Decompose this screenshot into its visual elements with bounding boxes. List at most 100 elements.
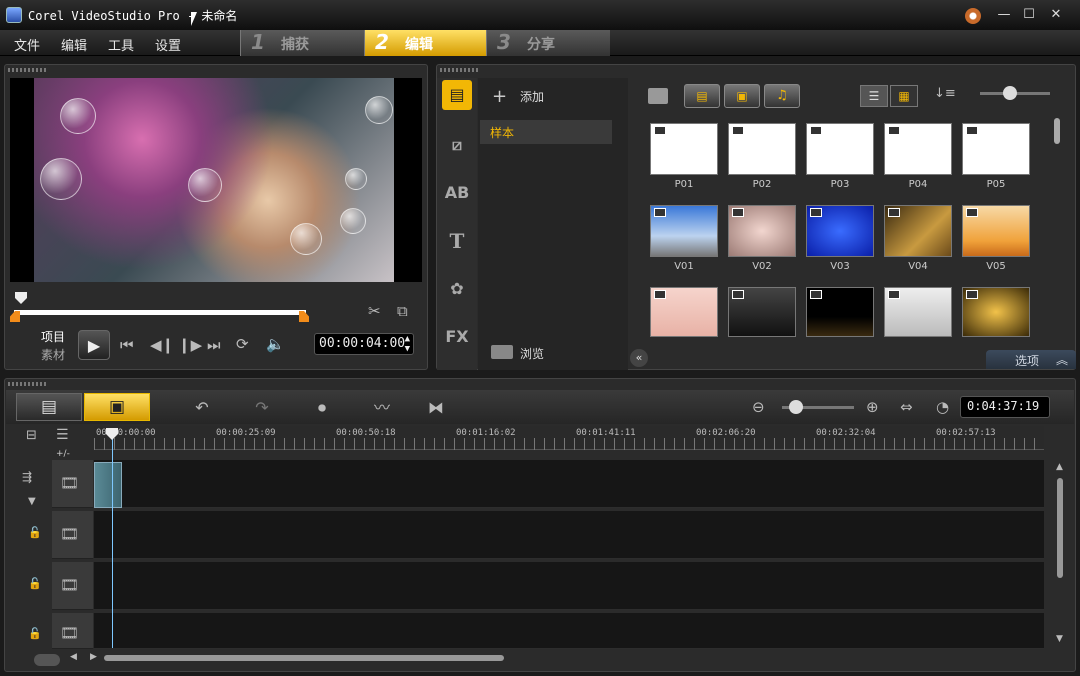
library-grip[interactable] bbox=[440, 68, 480, 72]
overlay-track-2[interactable] bbox=[94, 562, 1044, 610]
zoom-out-icon[interactable]: ⊖ bbox=[752, 398, 765, 416]
thumbnail-row3-1[interactable] bbox=[650, 287, 718, 337]
clock-icon[interactable]: ◔ bbox=[936, 398, 949, 416]
browse-label[interactable]: 浏览 bbox=[520, 345, 544, 362]
graphic-icon[interactable]: ✿ bbox=[442, 274, 472, 304]
scroll-left-icon[interactable]: ◀ bbox=[70, 652, 77, 662]
thumbnail-v03[interactable] bbox=[806, 205, 874, 257]
thumbnail-p01[interactable] bbox=[650, 123, 718, 175]
thumbnail-v05[interactable] bbox=[962, 205, 1030, 257]
zoom-slider-knob[interactable] bbox=[789, 400, 803, 414]
clip-type-icon bbox=[888, 290, 900, 299]
clip-type-icon bbox=[966, 126, 978, 135]
next-frame-icon[interactable]: ❙▶ bbox=[178, 336, 202, 354]
fx-filter-icon[interactable]: FX bbox=[442, 322, 472, 352]
lock-icon[interactable]: 🔓 bbox=[28, 577, 42, 590]
play-button[interactable]: ▶ bbox=[78, 330, 110, 360]
timeline-vscroll-up-icon[interactable]: ▲ bbox=[1056, 462, 1063, 472]
transition-icon[interactable]: ⧄ bbox=[442, 130, 472, 160]
filter-photo-icon[interactable]: ▣ bbox=[724, 84, 760, 108]
tab-capture[interactable]: 1 捕获 bbox=[240, 30, 364, 56]
thumbnail-v02[interactable] bbox=[728, 205, 796, 257]
thumb-size-knob[interactable] bbox=[1003, 86, 1017, 100]
scissors-icon[interactable]: ✂ bbox=[368, 302, 381, 320]
track-manager-icon[interactable]: ⊟ bbox=[26, 428, 37, 443]
thumbnail-v04[interactable] bbox=[884, 205, 952, 257]
timeline-grip[interactable] bbox=[8, 382, 48, 386]
panel-grip[interactable] bbox=[8, 68, 48, 72]
list-view-icon[interactable]: ☰ bbox=[860, 85, 888, 107]
timeline-hscroll-thumb[interactable] bbox=[104, 655, 504, 661]
media-library-icon[interactable]: ▤ bbox=[442, 80, 472, 110]
redo-icon[interactable]: ↷ bbox=[246, 396, 278, 420]
ripple-edit-icon[interactable]: ⇶ bbox=[22, 470, 32, 484]
repeat-icon[interactable]: ⟳ bbox=[236, 335, 249, 353]
folder-icon[interactable] bbox=[648, 88, 668, 104]
browse-icon[interactable] bbox=[491, 345, 513, 359]
menu-file[interactable]: 文件 bbox=[14, 35, 40, 54]
overlay-track-3[interactable] bbox=[94, 613, 1044, 649]
timeline-vscroll-thumb[interactable] bbox=[1057, 478, 1063, 578]
thumbnail-p04[interactable] bbox=[884, 123, 952, 175]
home-icon[interactable]: ⏮ bbox=[120, 336, 134, 354]
menu-settings[interactable]: 设置 bbox=[155, 35, 181, 54]
sound-mixer-icon[interactable]: 〰 bbox=[366, 396, 398, 420]
zoom-in-icon[interactable]: ⊕ bbox=[866, 398, 879, 416]
scrub-bar[interactable] bbox=[14, 310, 306, 315]
track-list-icon[interactable]: ☰ bbox=[56, 427, 69, 443]
add-plus-icon[interactable]: + bbox=[492, 86, 507, 107]
timecode-spin-icon[interactable]: ▲ ▼ bbox=[405, 334, 410, 354]
end-icon[interactable]: ⏭ bbox=[207, 336, 221, 354]
lock-icon[interactable]: 🔓 bbox=[28, 627, 42, 640]
minimize-icon[interactable]: — bbox=[991, 4, 1017, 26]
volume-icon[interactable]: 🔈 bbox=[266, 335, 285, 353]
settings-wheel-icon[interactable] bbox=[965, 8, 981, 24]
thumbnail-v01[interactable] bbox=[650, 205, 718, 257]
previous-frame-icon[interactable]: ◀❙ bbox=[150, 336, 174, 354]
fit-project-icon[interactable]: ⇔ bbox=[900, 398, 913, 416]
options-button[interactable]: 选项 ︽ bbox=[986, 350, 1076, 369]
lock-icon[interactable]: 🔓 bbox=[28, 526, 42, 539]
thumbnail-row3-5[interactable] bbox=[962, 287, 1030, 337]
tab-share[interactable]: 3 分享 bbox=[486, 30, 610, 56]
enlarge-icon[interactable]: ⧉ bbox=[397, 302, 408, 320]
timeline-playhead-line[interactable] bbox=[112, 430, 113, 648]
clip-type-icon bbox=[966, 290, 978, 299]
collapse-library-icon[interactable]: « bbox=[630, 349, 648, 367]
thumbnail-p05[interactable] bbox=[962, 123, 1030, 175]
close-icon[interactable]: ✕ bbox=[1043, 4, 1069, 26]
timeline-vscroll-down-icon[interactable]: ▼ bbox=[1056, 634, 1063, 644]
timecode-display[interactable]: 00:00:04:00 ▲ ▼ bbox=[314, 333, 414, 355]
thumbnail-p02[interactable] bbox=[728, 123, 796, 175]
overlay-track-1[interactable] bbox=[94, 511, 1044, 559]
tab-edit[interactable]: 2 编辑 bbox=[364, 30, 486, 56]
auto-music-icon[interactable]: ⧓ bbox=[420, 396, 452, 420]
scroll-right-icon[interactable]: ▶ bbox=[90, 652, 97, 662]
undo-icon[interactable]: ↶ bbox=[186, 396, 218, 420]
filter-audio-icon[interactable]: ♫ bbox=[764, 84, 800, 108]
menu-edit[interactable]: 编辑 bbox=[61, 35, 87, 54]
add-folder-label[interactable]: 添加 bbox=[520, 88, 544, 105]
storyboard-view-icon[interactable]: ▤ bbox=[16, 393, 82, 421]
timeline-view-icon[interactable]: ▣ bbox=[84, 393, 150, 421]
mode-project[interactable]: 项目 bbox=[41, 328, 65, 345]
filter-video-icon[interactable]: ▤ bbox=[684, 84, 720, 108]
text-t-icon[interactable]: T bbox=[442, 226, 472, 256]
title-ab-icon[interactable]: AB bbox=[442, 178, 472, 208]
thumbnail-row3-4[interactable] bbox=[884, 287, 952, 337]
thumbnail-view-icon[interactable]: ▦ bbox=[890, 85, 918, 107]
chevron-down-icon[interactable]: ▼ bbox=[28, 496, 36, 507]
record-capture-icon[interactable]: ⏺ bbox=[306, 396, 338, 420]
menu-tools[interactable]: 工具 bbox=[108, 35, 134, 54]
thumbnail-p03[interactable] bbox=[806, 123, 874, 175]
thumbnail-row3-2[interactable] bbox=[728, 287, 796, 337]
library-scrollbar-thumb[interactable] bbox=[1054, 118, 1060, 144]
maximize-icon[interactable]: ☐ bbox=[1016, 4, 1042, 26]
video-clip[interactable] bbox=[94, 462, 122, 508]
mode-clip[interactable]: 素材 bbox=[41, 346, 65, 363]
add-track-small-icon[interactable] bbox=[34, 654, 60, 666]
sort-icon[interactable]: ↓≡ bbox=[934, 86, 956, 101]
thumbnail-row3-3[interactable] bbox=[806, 287, 874, 337]
add-remove-track[interactable]: +/- bbox=[56, 449, 70, 459]
video-track[interactable] bbox=[94, 460, 1044, 508]
